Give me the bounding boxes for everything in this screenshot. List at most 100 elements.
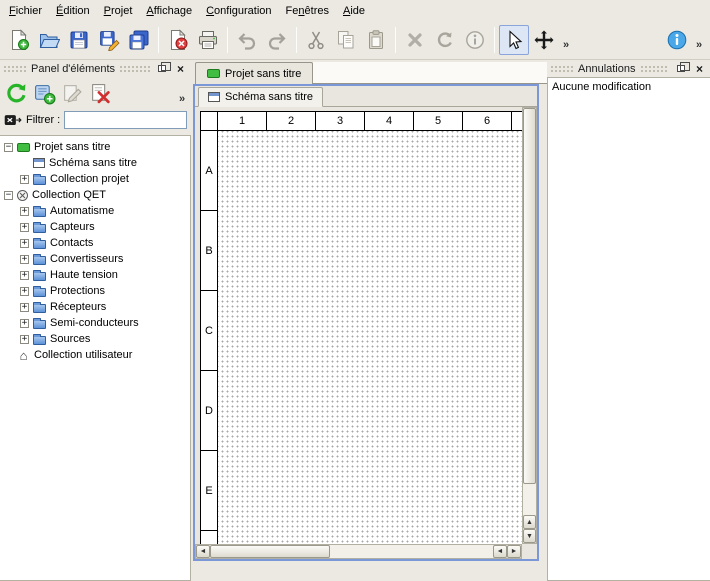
clear-filter-icon[interactable]: [4, 113, 22, 128]
pan-mode-button[interactable]: [529, 25, 559, 55]
toolbar-overflow-chevron[interactable]: »: [559, 25, 573, 55]
tree-item-projet-sans-titre[interactable]: − Projet sans titre: [0, 139, 190, 155]
tree-item-haute-tension[interactable]: +Haute tension: [0, 267, 190, 283]
menu-affichage[interactable]: Affichage: [139, 0, 199, 21]
ruler-row-D: D: [201, 371, 217, 451]
close-icon: ×: [696, 63, 703, 75]
dock-grip[interactable]: [640, 65, 670, 73]
menu-fenetres[interactable]: Fenêtres: [279, 0, 336, 21]
dock-grip[interactable]: [119, 65, 150, 73]
undo-history-list[interactable]: Aucune modification: [547, 77, 710, 581]
toolbar-overflow-chevron[interactable]: »: [175, 79, 189, 109]
menu-fichier[interactable]: Fichier: [2, 0, 49, 21]
collapse-icon[interactable]: −: [4, 191, 13, 200]
hscroll-thumb[interactable]: [210, 545, 330, 558]
collapse-icon[interactable]: −: [4, 143, 13, 152]
schema-canvas[interactable]: 123456 ABCDE: [200, 111, 522, 544]
expand-icon[interactable]: +: [20, 255, 29, 264]
tree-item-label: Projet sans titre: [34, 141, 110, 153]
filter-input[interactable]: [64, 111, 187, 129]
vertical-scrollbar[interactable]: ▲ ▼: [522, 107, 537, 544]
tree-item-schema-sans-titre[interactable]: Schéma sans titre: [0, 155, 190, 171]
folder-icon: [33, 288, 46, 297]
menu-aide[interactable]: Aide: [336, 0, 372, 21]
float-icon: [158, 65, 166, 72]
ruler-row-A: A: [201, 131, 217, 211]
expand-icon[interactable]: +: [20, 239, 29, 248]
save-button[interactable]: [64, 25, 94, 55]
tree-item-label: Récepteurs: [50, 301, 106, 313]
toolbar-overflow-chevron[interactable]: »: [692, 25, 706, 55]
tree-item-collection-qet[interactable]: −Collection QET: [0, 187, 190, 203]
float-panel-button[interactable]: [673, 62, 688, 76]
hscroll-track[interactable]: [330, 545, 493, 558]
expand-icon[interactable]: +: [20, 319, 29, 328]
tree-item-convertisseurs[interactable]: +Convertisseurs: [0, 251, 190, 267]
tabbar-empty-area: [313, 62, 547, 84]
close-panel-button[interactable]: ×: [692, 62, 707, 76]
paste-icon: [365, 29, 387, 51]
close-file-button[interactable]: [163, 25, 193, 55]
qet-icon: [17, 190, 28, 201]
tree-item-sources[interactable]: +Sources: [0, 331, 190, 347]
float-panel-button[interactable]: [154, 62, 169, 76]
edit-element-button: [58, 80, 86, 108]
ruler-column-6: 6: [463, 112, 512, 130]
project-tabbar: Projet sans titre: [191, 60, 547, 84]
vscroll-thumb[interactable]: [523, 108, 536, 484]
tree-item-automatisme[interactable]: +Automatisme: [0, 203, 190, 219]
rotate-icon: [434, 29, 456, 51]
new-element-button[interactable]: [30, 80, 58, 108]
reload-collections-button[interactable]: [2, 80, 30, 108]
expand-icon[interactable]: +: [20, 175, 29, 184]
about-button[interactable]: [662, 25, 692, 55]
tree-item-capteurs[interactable]: +Capteurs: [0, 219, 190, 235]
open-project-button[interactable]: [34, 25, 64, 55]
workspace: Projet sans titre Schéma sans titre 1234…: [191, 60, 547, 581]
diagram-info-button: [460, 25, 490, 55]
new-document-button[interactable]: [4, 25, 34, 55]
save-all-button[interactable]: [124, 25, 154, 55]
tree-item-protections[interactable]: +Protections: [0, 283, 190, 299]
expand-icon[interactable]: +: [20, 223, 29, 232]
vscroll-track[interactable]: [523, 484, 536, 515]
expand-icon[interactable]: +: [20, 287, 29, 296]
project-tab-label: Projet sans titre: [225, 68, 301, 80]
ruler-row-B: B: [201, 211, 217, 291]
expand-icon[interactable]: +: [20, 271, 29, 280]
menu-edition[interactable]: Édition: [49, 0, 97, 21]
project-tab[interactable]: Projet sans titre: [195, 62, 313, 84]
tree-item-contacts[interactable]: +Contacts: [0, 235, 190, 251]
select-mode-button[interactable]: [499, 25, 529, 55]
scroll-up-button[interactable]: ▲: [523, 515, 536, 529]
project-icon: [17, 143, 30, 152]
scroll-left-button-2[interactable]: ◄: [493, 545, 507, 558]
tree-item-semi-conducteurs[interactable]: +Semi-conducteurs: [0, 315, 190, 331]
save-as-button[interactable]: [94, 25, 124, 55]
drawing-area[interactable]: [218, 131, 522, 544]
scroll-right-button[interactable]: ►: [507, 545, 521, 558]
rotate-button: [430, 25, 460, 55]
scroll-down-button[interactable]: ▼: [523, 529, 536, 543]
delete-button: [400, 25, 430, 55]
expand-icon[interactable]: +: [20, 335, 29, 344]
delete-element-button[interactable]: [86, 80, 114, 108]
scroll-left-button[interactable]: ◄: [196, 545, 210, 558]
print-button[interactable]: [193, 25, 223, 55]
menu-projet[interactable]: Projet: [97, 0, 140, 21]
close-panel-button[interactable]: ×: [173, 62, 188, 76]
tree-item-recepteurs[interactable]: + Récepteurs: [0, 299, 190, 315]
tree-item-collection-projet[interactable]: +Collection projet: [0, 171, 190, 187]
dock-grip[interactable]: [3, 65, 27, 73]
expand-icon[interactable]: +: [20, 303, 29, 312]
horizontal-scrollbar[interactable]: ◄ ◄ ►: [195, 544, 522, 559]
expand-icon[interactable]: +: [20, 207, 29, 216]
tree-item-collection-utilisateur[interactable]: ⌂Collection utilisateur: [0, 347, 190, 363]
schema-tab[interactable]: Schéma sans titre: [198, 87, 323, 107]
elements-panel-header: Panel d'éléments ×: [0, 60, 191, 77]
dock-grip[interactable]: [550, 65, 574, 73]
toolbar-separator: [227, 27, 228, 53]
menu-configuration[interactable]: Configuration: [199, 0, 278, 21]
ruler-column-3: 3: [316, 112, 365, 130]
schema-icon: [33, 158, 45, 168]
